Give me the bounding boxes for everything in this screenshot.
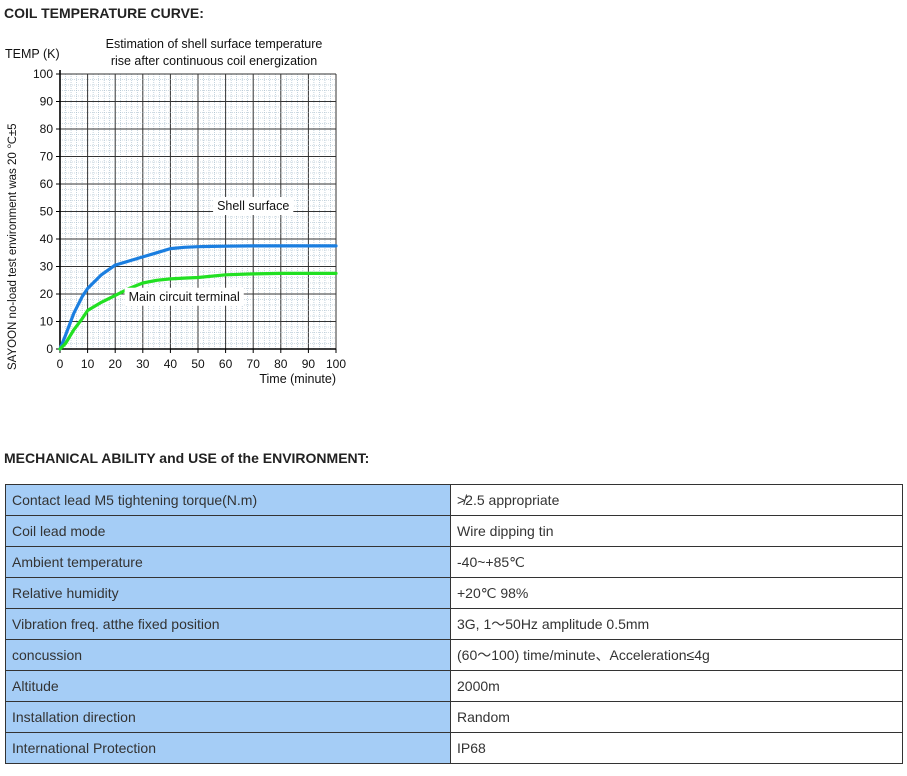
y-tick-label: 10 xyxy=(40,315,54,329)
y-tick-label: 30 xyxy=(40,260,54,274)
chart-title-line-2: rise after continuous coil energization xyxy=(111,54,317,68)
series-label: Shell surface xyxy=(217,199,289,213)
spec-row: Coil lead mode Wire dipping tin xyxy=(5,515,903,547)
y-tick-label: 80 xyxy=(40,122,54,136)
x-axis-label: Time (minute) xyxy=(259,372,336,386)
coil-temperature-title: COIL TEMPERATURE CURVE: xyxy=(4,5,204,21)
y-tick-label: 0 xyxy=(46,342,53,356)
spec-row: Ambient temperature -40~+85℃ xyxy=(5,546,903,578)
mechanical-ability-title: MECHANICAL ABILITY and USE of the ENVIRO… xyxy=(4,450,370,466)
spec-value: IP68 xyxy=(450,732,903,764)
series-labels: Shell surface Main circuit terminal xyxy=(124,197,294,306)
spec-row: International Protection IP68 xyxy=(5,732,903,764)
spec-value: (60～100) time/minute、Acceleration≤4g xyxy=(450,639,903,671)
spec-value: 2000m xyxy=(450,670,903,702)
x-tick-label: 0 xyxy=(57,357,64,371)
spec-table: Contact lead M5 tightening torque(N.m) ≯2… xyxy=(5,484,903,764)
spec-row: Altitude 2000m xyxy=(5,670,903,702)
spec-value: 3G, 1～50Hz amplitude 0.5mm xyxy=(450,608,903,640)
y-tick-label: 70 xyxy=(40,150,54,164)
spec-key: Coil lead mode xyxy=(5,515,451,547)
x-tick-label: 20 xyxy=(109,357,123,371)
spec-value: +20℃ 98% xyxy=(450,577,903,609)
spec-value: Wire dipping tin xyxy=(450,515,903,547)
spec-key: Contact lead M5 tightening torque(N.m) xyxy=(5,484,451,516)
y-tick-label: 60 xyxy=(40,177,54,191)
spec-key: Vibration freq. atthe fixed position xyxy=(5,608,451,640)
x-tick-label: 70 xyxy=(247,357,261,371)
y-tick-label: 100 xyxy=(33,67,53,81)
chart-grid xyxy=(59,73,337,350)
series-label: Main circuit terminal xyxy=(129,290,240,304)
y-axis-label: TEMP (K) xyxy=(5,47,60,61)
spec-value: -40~+85℃ xyxy=(450,546,903,578)
spec-row: Relative humidity +20℃ 98% xyxy=(5,577,903,609)
x-tick-label: 50 xyxy=(191,357,205,371)
spec-row: Vibration freq. atthe fixed position 3G, … xyxy=(5,608,903,640)
chart-axes: 0 10 20 30 40 50 60 70 80 90 100 0 10 20 30 40 50 60 70 80 9… xyxy=(33,67,346,371)
x-tick-label: 30 xyxy=(136,357,150,371)
y-tick-label: 50 xyxy=(40,205,54,219)
y-tick-label: 20 xyxy=(40,287,54,301)
x-tick-label: 100 xyxy=(326,357,346,371)
spec-key: Altitude xyxy=(5,670,451,702)
spec-row: Contact lead M5 tightening torque(N.m) ≯2… xyxy=(5,484,903,516)
side-label: SAYOON no-load test environment was 20 ℃… xyxy=(7,123,19,370)
spec-key: Relative humidity xyxy=(5,577,451,609)
x-tick-label: 60 xyxy=(219,357,233,371)
x-tick-label: 90 xyxy=(302,357,316,371)
chart-title-line-1: Estimation of shell surface temperature xyxy=(106,37,323,51)
y-tick-label: 40 xyxy=(40,232,54,246)
spec-key: concussion xyxy=(5,639,451,671)
y-tick-label: 90 xyxy=(40,95,54,109)
spec-key: Installation direction xyxy=(5,701,451,733)
x-tick-label: 10 xyxy=(81,357,95,371)
x-tick-label: 40 xyxy=(164,357,178,371)
spec-key: International Protection xyxy=(5,732,451,764)
spec-key: Ambient temperature xyxy=(5,546,451,578)
spec-row: Installation direction Random xyxy=(5,701,903,733)
spec-value: Random xyxy=(450,701,903,733)
coil-temperature-chart: Estimation of shell surface temperature … xyxy=(5,37,346,386)
spec-row: concussion (60～100) time/minute、Accelerat… xyxy=(5,639,903,671)
spec-value: ≯2.5 appropriate xyxy=(450,484,903,516)
x-tick-label: 80 xyxy=(274,357,288,371)
